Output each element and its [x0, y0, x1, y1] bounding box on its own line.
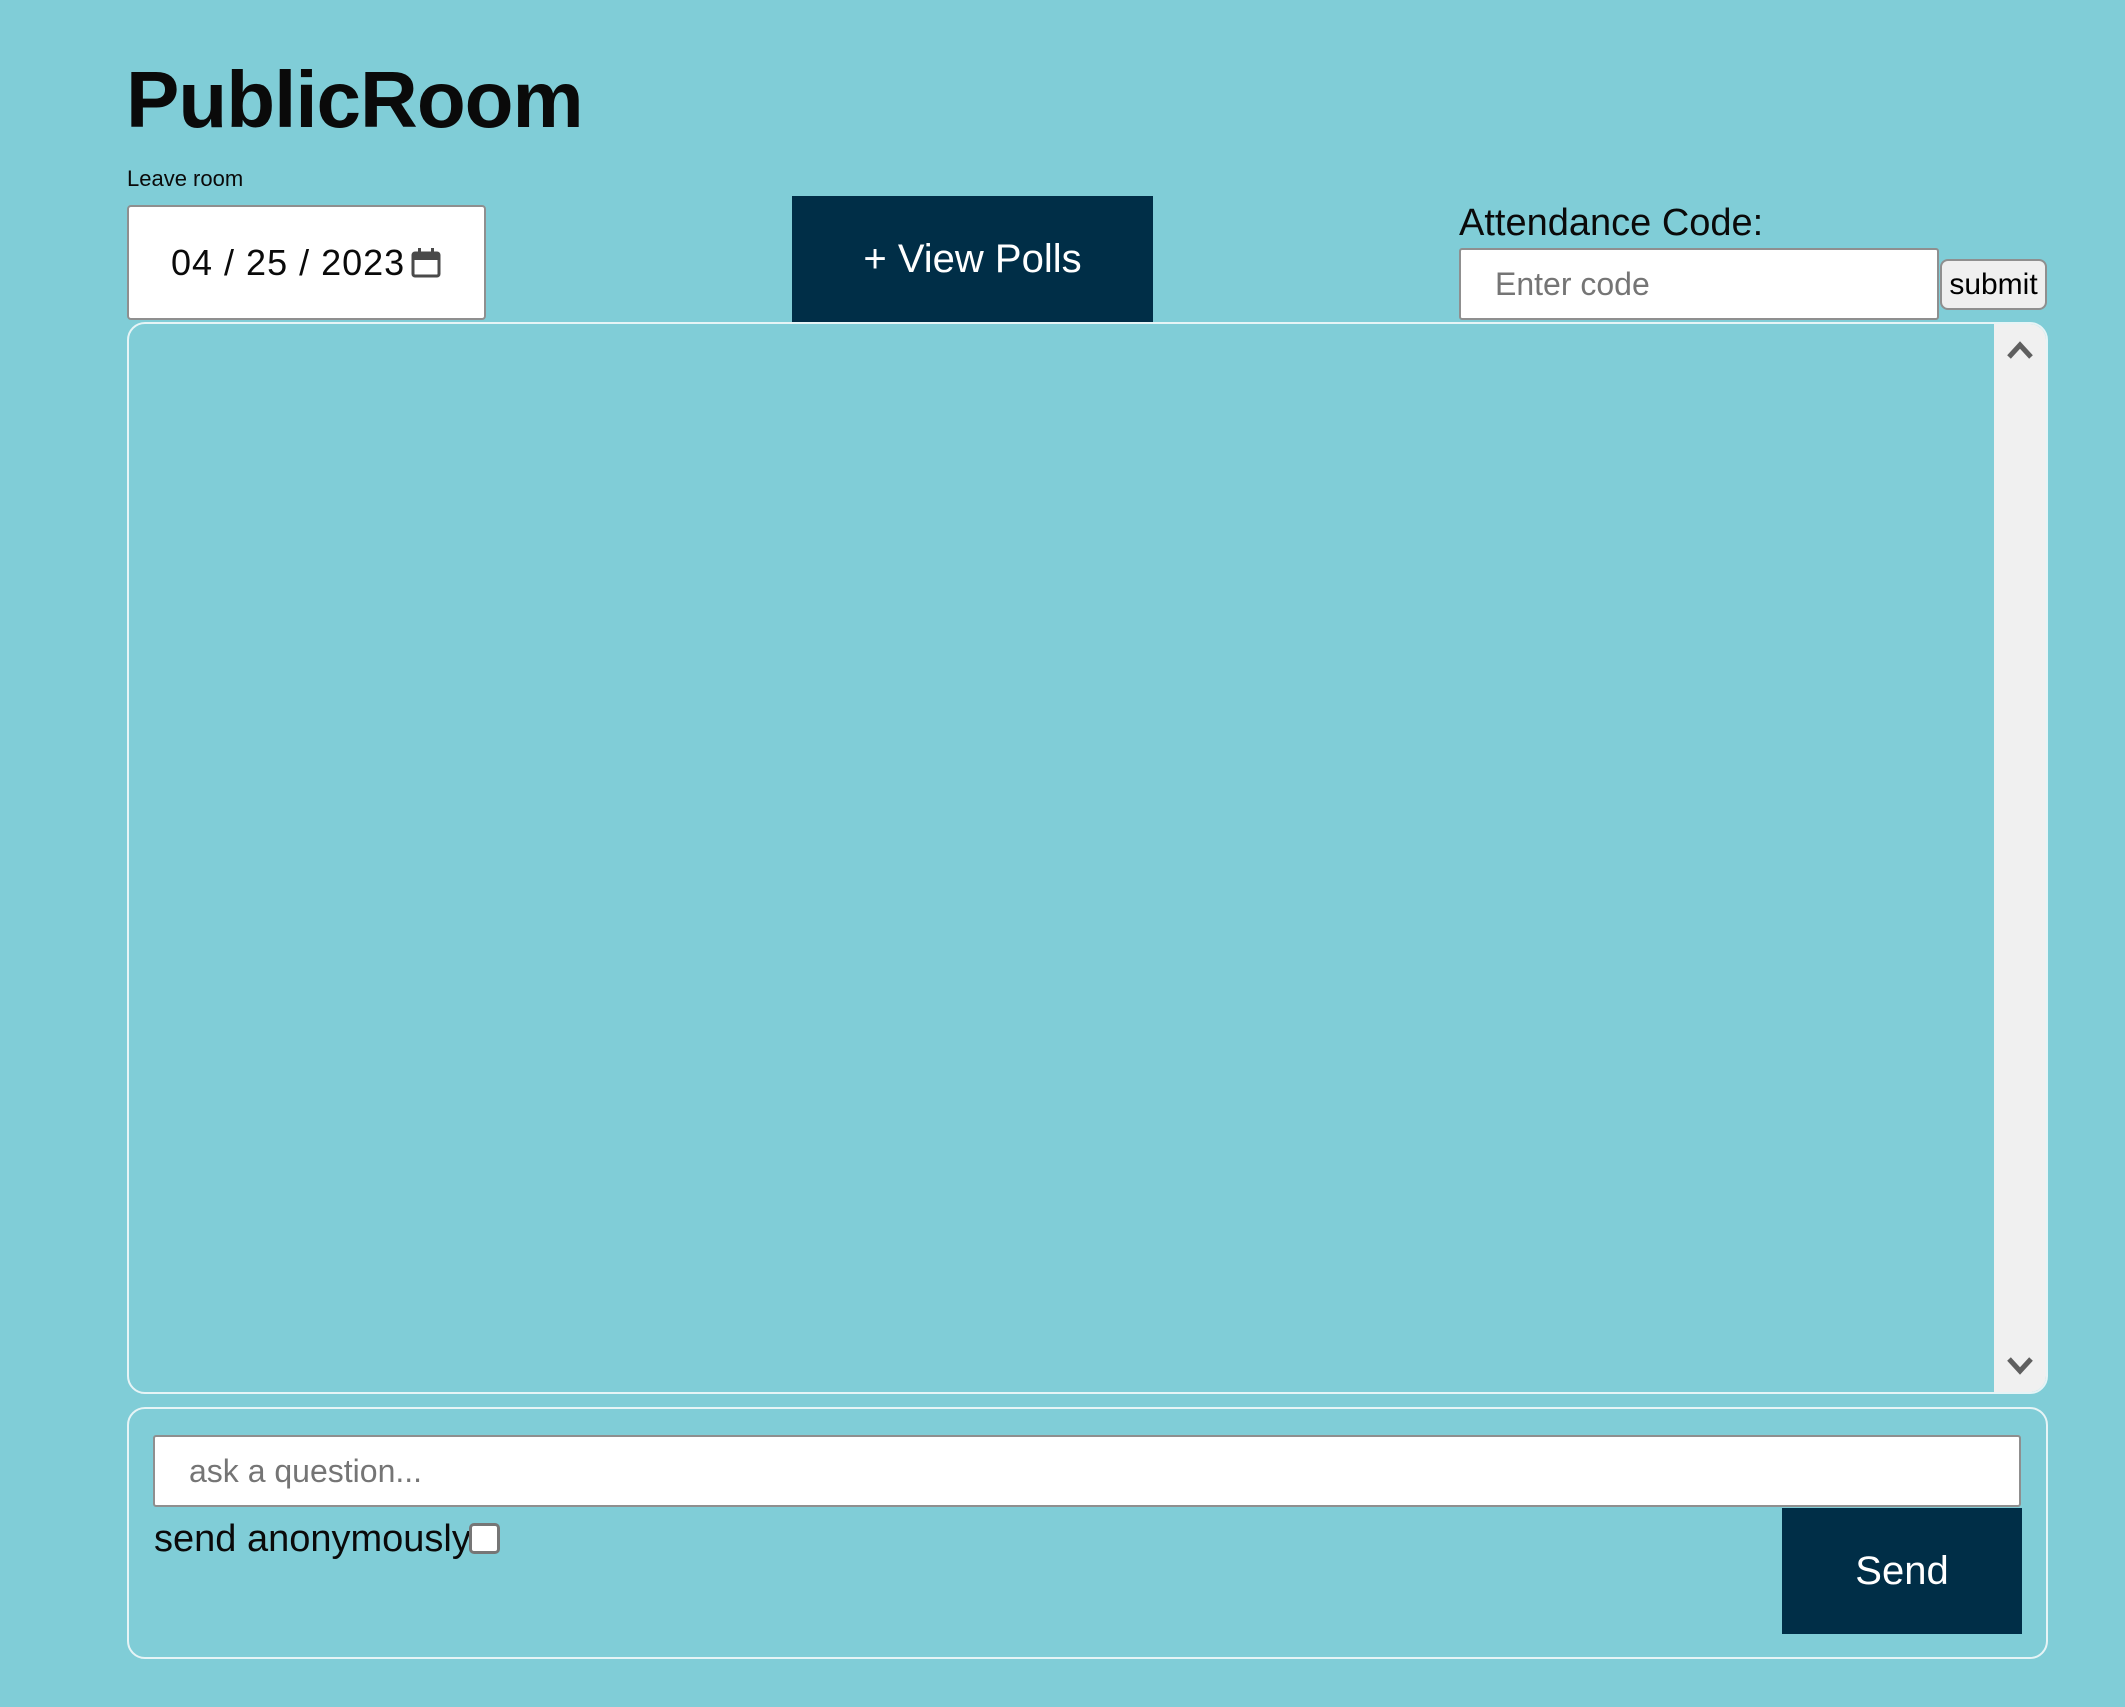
attendance-submit-button[interactable]: submit: [1940, 259, 2047, 310]
chat-scrollbar[interactable]: [1994, 324, 2046, 1392]
scroll-up-button[interactable]: [1994, 324, 2046, 376]
scroll-down-button[interactable]: [1994, 1340, 2046, 1392]
send-anonymously-label[interactable]: send anonymously: [154, 1513, 471, 1565]
compose-panel: send anonymously Send: [127, 1407, 2048, 1659]
chevron-up-icon: [2007, 341, 2033, 359]
date-value: 04 / 25 / 2023: [171, 241, 406, 283]
page-title: PublicRoom: [126, 55, 584, 144]
leave-room-link[interactable]: Leave room: [127, 166, 243, 192]
date-picker[interactable]: 04 / 25 / 2023: [127, 205, 486, 320]
question-input[interactable]: [153, 1435, 2021, 1507]
attendance-code-input[interactable]: [1459, 248, 1939, 320]
calendar-icon[interactable]: [410, 247, 442, 279]
chevron-down-icon: [2007, 1357, 2033, 1375]
send-button[interactable]: Send: [1782, 1508, 2022, 1634]
view-polls-button[interactable]: + View Polls: [792, 196, 1153, 323]
send-anonymously-checkbox[interactable]: [469, 1523, 500, 1554]
attendance-code-label: Attendance Code:: [1459, 202, 1764, 244]
chat-messages-area[interactable]: [127, 322, 2048, 1394]
page: PublicRoom Leave room 04 / 25 / 2023 + V…: [0, 0, 2125, 1707]
